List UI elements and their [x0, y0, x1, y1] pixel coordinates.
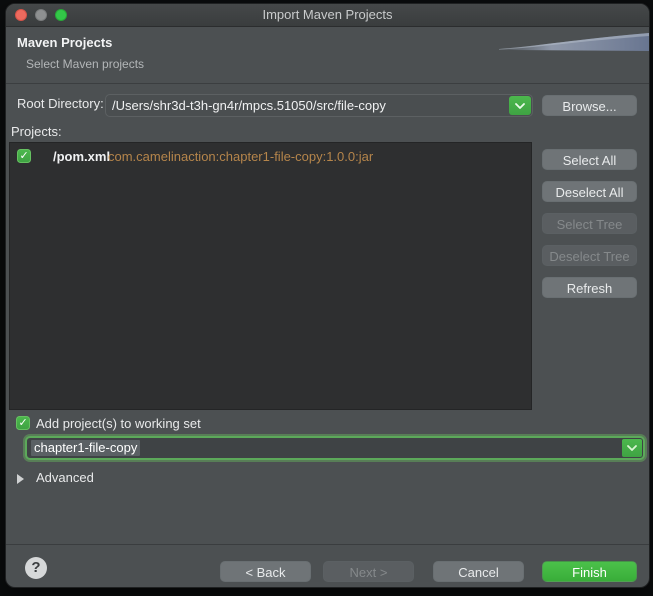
- working-set-label: Add project(s) to working set: [36, 416, 201, 431]
- import-maven-projects-dialog: Import Maven Projects Maven Projects Sel…: [5, 3, 650, 588]
- cancel-button[interactable]: Cancel: [433, 561, 524, 582]
- working-set-dropdown-button[interactable]: [622, 439, 642, 457]
- deselect-all-button[interactable]: Deselect All: [542, 181, 637, 202]
- title-bar: Import Maven Projects: [6, 4, 649, 27]
- working-set-checkbox[interactable]: [16, 416, 30, 430]
- project-row[interactable]: /pom.xml com.camelinaction:chapter1-file…: [10, 147, 531, 167]
- projects-label: Projects:: [11, 124, 62, 139]
- deselect-tree-button[interactable]: Deselect Tree: [542, 245, 637, 266]
- root-directory-label: Root Directory:: [17, 96, 104, 111]
- browse-button[interactable]: Browse...: [542, 95, 637, 116]
- root-directory-combo[interactable]: /Users/shr3d-t3h-gn4r/mpcs.51050/src/fil…: [105, 94, 533, 117]
- root-directory-value: /Users/shr3d-t3h-gn4r/mpcs.51050/src/fil…: [112, 95, 386, 116]
- project-file: /pom.xml: [53, 147, 110, 167]
- project-artifact: com.camelinaction:chapter1-file-copy:1.0…: [108, 147, 373, 167]
- page-subtitle: Select Maven projects: [26, 57, 144, 71]
- refresh-button[interactable]: Refresh: [542, 277, 637, 298]
- advanced-label: Advanced: [36, 470, 94, 485]
- back-button[interactable]: < Back: [220, 561, 311, 582]
- footer-separator: [6, 544, 649, 545]
- disclosure-triangle-icon: [17, 474, 24, 484]
- select-all-button[interactable]: Select All: [542, 149, 637, 170]
- root-directory-dropdown-button[interactable]: [509, 96, 531, 115]
- working-set-value: chapter1-file-copy: [31, 440, 140, 456]
- wizard-header: Maven Projects Select Maven projects: [6, 27, 649, 84]
- select-tree-button[interactable]: Select Tree: [542, 213, 637, 234]
- window-title: Import Maven Projects: [6, 4, 649, 26]
- help-button[interactable]: ?: [25, 557, 47, 579]
- page-title: Maven Projects: [17, 35, 112, 50]
- finish-button[interactable]: Finish: [542, 561, 637, 582]
- projects-list: /pom.xml com.camelinaction:chapter1-file…: [9, 142, 532, 410]
- chevron-down-icon: [627, 445, 637, 451]
- working-set-combo[interactable]: chapter1-file-copy: [25, 436, 645, 460]
- wizard-banner-graphic: [499, 32, 649, 52]
- next-button[interactable]: Next >: [323, 561, 414, 582]
- project-checkbox[interactable]: [17, 149, 31, 163]
- chevron-down-icon: [515, 103, 525, 109]
